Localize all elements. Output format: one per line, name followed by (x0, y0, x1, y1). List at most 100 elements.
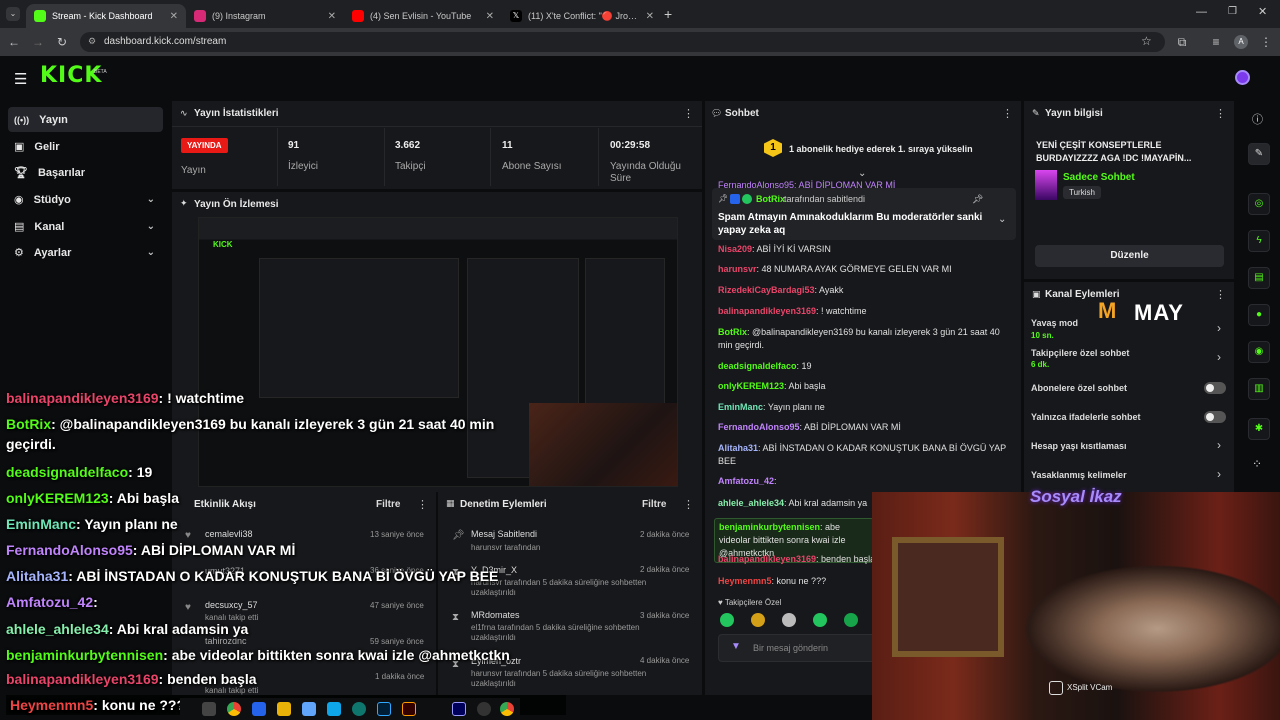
stream-info-menu-icon[interactable]: ⋮ (1215, 107, 1226, 120)
profile-avatar[interactable]: A (1234, 35, 1248, 49)
emote-icon[interactable] (813, 613, 827, 627)
chat-tool-icon[interactable]: ● (1248, 304, 1270, 326)
moderation-menu-icon[interactable]: ⋮ (683, 498, 694, 511)
emote-icon[interactable] (844, 613, 858, 627)
emote-icon[interactable] (782, 613, 796, 627)
taskbar-app-icon[interactable] (252, 702, 266, 716)
sidebar-item-yayin[interactable]: ((•)) Yayın (8, 107, 163, 132)
restore-window-icon[interactable]: ❐ (1228, 6, 1237, 17)
chat-username[interactable]: RizedekiCayBardagi53 (718, 285, 815, 295)
edit-stream-button[interactable]: Düzenle (1035, 245, 1224, 267)
followers-only-chevron-icon[interactable]: › (1217, 350, 1221, 364)
chat-username[interactable]: Nisa209 (718, 244, 752, 254)
chat-message[interactable]: balinapandikleyen3169: benden başla (718, 553, 878, 566)
chat-menu-icon[interactable]: ⋮ (1002, 107, 1013, 120)
chrome-taskbar-icon[interactable] (500, 702, 514, 716)
chat-message[interactable]: BotRix: @balinapandikleyen3169 bu kanalı… (718, 326, 1013, 352)
chat-username[interactable]: balinapandikleyen3169 (718, 554, 816, 564)
subs-only-toggle[interactable] (1204, 382, 1226, 394)
category-name[interactable]: Sadece Sohbet (1063, 172, 1135, 183)
channel-actions-menu-icon[interactable]: ⋮ (1215, 288, 1226, 301)
bookmark-star-icon[interactable]: ☆ (1141, 34, 1152, 48)
close-tab-icon[interactable]: ✕ (170, 11, 178, 22)
chat-message[interactable]: RizedekiCayBardagi53: Ayakk (718, 284, 1013, 297)
photoshop-taskbar-icon[interactable] (377, 702, 391, 716)
chat-message[interactable]: deadsignaldelfaco: 19 (718, 360, 1013, 373)
wrench-tool-icon[interactable]: ✱ (1248, 418, 1270, 440)
chat-message[interactable]: Heymenmn5: konu ne ??? (718, 575, 878, 588)
close-tab-icon[interactable]: ✕ (486, 11, 494, 22)
premiere-taskbar-icon[interactable] (452, 702, 466, 716)
emote-icon[interactable] (751, 613, 765, 627)
chat-username[interactable]: harunsvr (718, 264, 757, 274)
back-icon[interactable]: ← (4, 32, 24, 52)
moderation-filter-button[interactable]: Filtre (642, 499, 666, 510)
browser-menu-icon[interactable]: ⋮ (1256, 32, 1276, 52)
chat-username[interactable]: Amfatozu_42 (718, 476, 774, 486)
chat-username[interactable]: Alitaha31 (718, 443, 758, 453)
close-window-icon[interactable]: ✕ (1258, 5, 1267, 18)
stats-menu-icon[interactable]: ⋮ (683, 107, 694, 120)
chat-username[interactable]: balinapandikleyen3169 (718, 306, 816, 316)
chat-input[interactable]: ▼ Bir mesaj gönderin (718, 634, 884, 662)
edit-tool-icon[interactable]: ✎ (1248, 143, 1270, 165)
browser-tab-instagram[interactable]: (9) Instagram ✕ (186, 4, 344, 28)
chat-message[interactable]: Nisa209: ABİ İYİ Kİ VARSIN (718, 243, 1013, 256)
taskbar-app-icon[interactable] (202, 702, 216, 716)
chat-username[interactable]: BotRix (718, 327, 747, 337)
layout-tool-icon[interactable]: ▥ (1248, 378, 1270, 400)
emote-icon[interactable] (720, 613, 734, 627)
forward-icon[interactable]: → (28, 32, 48, 52)
illustrator-taskbar-icon[interactable] (402, 702, 416, 716)
chevron-down-icon[interactable]: ⌄ (998, 214, 1006, 225)
hamburger-menu-icon[interactable]: ☰ (14, 70, 27, 88)
browser-tab-youtube[interactable]: (4) Sen Evlisin - YouTube ✕ (344, 4, 502, 28)
folder-taskbar-icon[interactable] (277, 702, 291, 716)
taskbar-app-icon[interactable] (327, 702, 341, 716)
sidebar-item-gelir[interactable]: ▣ Gelir (8, 134, 163, 159)
taskbar-app-icon[interactable] (302, 702, 316, 716)
close-tab-icon[interactable]: ✕ (646, 11, 654, 22)
new-tab-icon[interactable]: + (664, 6, 672, 22)
close-tab-icon[interactable]: ✕ (328, 11, 336, 22)
edge-taskbar-icon[interactable] (352, 702, 366, 716)
kick-logo[interactable]: KICK (40, 63, 102, 88)
chat-message[interactable]: harunsvr: 48 NUMARA AYAK GÖRMEYE GELEN V… (718, 263, 1013, 276)
lightning-tool-icon[interactable]: ϟ (1248, 230, 1270, 252)
site-info-icon[interactable]: ⚙ (88, 36, 96, 47)
pinned-message[interactable]: 📌︎ BotRix tarafından sabitlendi 📌︎ Spam … (712, 188, 1016, 240)
chat-message[interactable]: onlyKEREM123: Abi başla (718, 380, 1013, 393)
chat-message[interactable]: Amfatozu_42: (718, 475, 1013, 488)
chat-username[interactable]: ahlele_ahlele34 (718, 498, 784, 508)
gift-banner-text[interactable]: 1 abonelik hediye ederek 1. sıraya yükse… (789, 144, 973, 154)
camera-tool-icon[interactable]: ◎ (1248, 193, 1270, 215)
chat-username[interactable]: deadsignaldelfaco (718, 361, 797, 371)
info-icon[interactable]: ⓘ (1252, 111, 1263, 127)
chat-username[interactable]: EminManc (718, 402, 763, 412)
extensions-icon[interactable]: ⧉ (1172, 32, 1192, 52)
broadcast-tool-icon[interactable]: ◉ (1248, 341, 1270, 363)
minimize-window-icon[interactable]: — (1196, 6, 1207, 18)
reload-icon[interactable]: ↻ (52, 32, 72, 52)
obs-taskbar-icon[interactable] (477, 702, 491, 716)
emotes-only-toggle[interactable] (1204, 411, 1226, 423)
chat-username[interactable]: Heymenmn5 (718, 576, 772, 586)
pin-action-icon[interactable]: 📌︎ (972, 194, 983, 205)
chat-username[interactable]: benjaminkurbytennisen (719, 522, 820, 532)
chat-message[interactable]: EminManc: Yayın planı ne (718, 401, 1013, 414)
chat-username[interactable]: FernandoAlonso95 (718, 422, 800, 432)
sidebar-item-kanal[interactable]: ▤ Kanal ⌄ (8, 214, 163, 239)
sidebar-item-basarilar[interactable]: 🏆︎ Başarılar (8, 160, 163, 185)
chat-username[interactable]: onlyKEREM123 (718, 381, 784, 391)
browser-tab-kick[interactable]: Stream - Kick Dashboard ✕ (26, 4, 186, 28)
media-control-icon[interactable]: ≡ (1206, 32, 1226, 52)
slow-mode-chevron-icon[interactable]: › (1217, 321, 1221, 335)
chrome-taskbar-icon[interactable] (227, 702, 241, 716)
url-input[interactable]: dashboard.kick.com/stream (80, 32, 1165, 52)
chat-message[interactable]: Alitaha31: ABİ İNSTADAN O KADAR KONUŞTUK… (718, 442, 1013, 468)
tab-search-icon[interactable]: ⌄ (6, 7, 20, 21)
sidebar-item-studyo[interactable]: ◉ Stüdyo ⌄ (8, 187, 163, 212)
sidebar-item-ayarlar[interactable]: ⚙ Ayarlar ⌄ (8, 240, 163, 265)
chat-message[interactable]: balinapandikleyen3169: ! watchtime (718, 305, 1013, 318)
document-tool-icon[interactable]: ▤ (1248, 267, 1270, 289)
